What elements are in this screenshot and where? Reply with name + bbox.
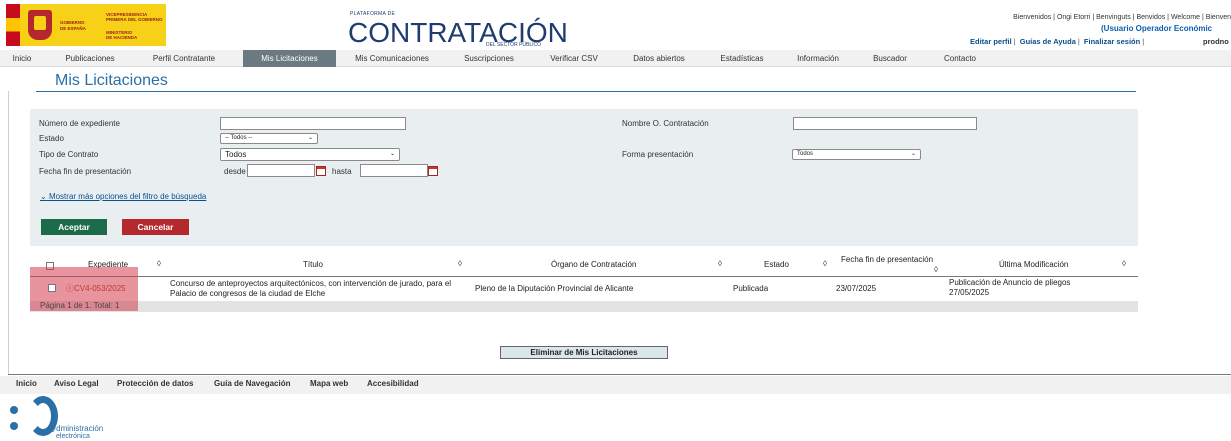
chevron-down-icon: ⌄ bbox=[40, 192, 47, 201]
row-titulo: Concurso de anteproyectos arquitectónico… bbox=[170, 279, 452, 298]
pagination-text: Página 1 de 1. Total: 1 bbox=[40, 301, 120, 310]
header-organo[interactable]: Órgano de Contratación bbox=[551, 260, 636, 269]
eliminar-button[interactable]: Eliminar de Mis Licitaciones bbox=[500, 346, 668, 359]
logo-dot-icon bbox=[10, 422, 18, 430]
tipo-contrato-label: Tipo de Contrato bbox=[39, 150, 99, 159]
desde-label: desde bbox=[224, 167, 246, 176]
sort-icon[interactable]: ◊ bbox=[823, 259, 827, 268]
nav-estadisticas[interactable]: Estadísticas bbox=[716, 50, 768, 67]
nav-buscador[interactable]: Buscador bbox=[870, 50, 910, 67]
expediente-input[interactable] bbox=[220, 117, 406, 130]
row-fecha-fin: 23/07/2025 bbox=[836, 284, 877, 293]
spain-flag-icon bbox=[6, 4, 20, 46]
help-guides-link[interactable]: Guías de Ayuda bbox=[1020, 37, 1076, 46]
footer-aviso-legal-link[interactable]: Aviso Legal bbox=[54, 379, 99, 388]
nav-mis-licitaciones[interactable]: Mis Licitaciones bbox=[243, 50, 336, 67]
footer-mapa-web-link[interactable]: Mapa web bbox=[310, 379, 348, 388]
sort-icon[interactable]: ◊ bbox=[157, 259, 161, 268]
edit-profile-link[interactable]: Editar perfil bbox=[970, 37, 1012, 46]
chevron-down-icon: ⌄ bbox=[307, 135, 313, 141]
gov-ministerio-text: MINISTERIO DE HACIENDA bbox=[106, 30, 138, 40]
expediente-label: Número de expediente bbox=[39, 119, 120, 128]
nav-datos-abiertos[interactable]: Datos abiertos bbox=[630, 50, 688, 67]
gov-left-text: GOBIERNO DE ESPAÑA bbox=[60, 19, 86, 31]
header-titulo[interactable]: Título bbox=[303, 260, 323, 269]
hasta-date-input[interactable] bbox=[360, 164, 428, 177]
calendar-icon[interactable] bbox=[316, 166, 326, 176]
administracion-electronica-logo[interactable]: @dministración electrónica bbox=[8, 396, 128, 441]
nav-inicio[interactable]: Inicio bbox=[9, 50, 35, 67]
footer-inicio-link[interactable]: Inicio bbox=[16, 379, 37, 388]
user-name: prodno bbox=[1203, 37, 1229, 46]
row-checkbox[interactable] bbox=[48, 284, 56, 292]
page-title: Mis Licitaciones bbox=[55, 72, 168, 89]
more-filter-options-link[interactable]: ⌄ Mostrar más opciones del filtro de bús… bbox=[40, 192, 206, 201]
row-organo: Pleno de la Diputación Provincial de Ali… bbox=[475, 284, 634, 293]
header-estado[interactable]: Estado bbox=[764, 260, 789, 269]
fecha-fin-label: Fecha fin de presentación bbox=[39, 167, 132, 176]
footer-proteccion-datos-link[interactable]: Protección de datos bbox=[117, 379, 193, 388]
header-fecha-fin[interactable]: Fecha fin de presentación bbox=[841, 255, 933, 264]
pagination-row bbox=[30, 301, 1138, 312]
platform-logo[interactable]: PLATAFORMA DE CONTRATACIÓN DEL SECTOR PÚ… bbox=[348, 9, 568, 49]
hasta-label: hasta bbox=[332, 167, 352, 176]
nav-verificar-csv[interactable]: Verificar CSV bbox=[548, 50, 600, 67]
tipo-contrato-select[interactable]: Todos ⌄ bbox=[220, 148, 400, 161]
footer-accesibilidad-link[interactable]: Accesibilidad bbox=[367, 379, 419, 388]
info-icon: ⓒ bbox=[66, 284, 74, 293]
row-expediente-link[interactable]: ⓒCV4-053/2025 bbox=[66, 284, 126, 294]
nav-contacto[interactable]: Contacto bbox=[940, 50, 980, 67]
user-links: Editar perfil | Guías de Ayuda | Finalizar… bbox=[970, 37, 1145, 46]
user-role: (Usuario Operador Económic bbox=[1101, 24, 1213, 33]
organo-input[interactable] bbox=[793, 117, 977, 130]
table-header-divider bbox=[30, 276, 1138, 277]
header-ultima-modificacion[interactable]: Última Modificación bbox=[999, 260, 1068, 269]
title-divider bbox=[36, 91, 1136, 92]
estado-label: Estado bbox=[39, 134, 64, 143]
header: GOBIERNO DE ESPAÑA VICEPRESIDENCIA PRIME… bbox=[0, 0, 1231, 50]
forma-presentacion-select[interactable]: Todos ⌄ bbox=[792, 149, 921, 160]
cancel-button[interactable]: Cancelar bbox=[122, 219, 189, 235]
sort-icon[interactable]: ◊ bbox=[1122, 259, 1126, 268]
organo-label: Nombre O. Contratación bbox=[622, 119, 709, 128]
calendar-icon[interactable] bbox=[428, 166, 438, 176]
gov-vicepresidencia-text: VICEPRESIDENCIA PRIMERA DEL GOBIERNO bbox=[106, 12, 163, 22]
sort-icon[interactable]: ◊ bbox=[934, 265, 938, 274]
government-logo[interactable]: GOBIERNO DE ESPAÑA VICEPRESIDENCIA PRIME… bbox=[6, 4, 166, 46]
nav-mis-comunicaciones[interactable]: Mis Comunicaciones bbox=[350, 50, 434, 67]
search-filter-panel: Número de expediente Estado -- Todos -- ⌄… bbox=[30, 109, 1138, 246]
chevron-down-icon: ⌄ bbox=[910, 151, 916, 157]
footer-divider bbox=[8, 374, 1231, 375]
logo-dot-icon bbox=[10, 406, 18, 414]
estado-select[interactable]: -- Todos -- ⌄ bbox=[220, 133, 318, 144]
chevron-down-icon: ⌄ bbox=[389, 151, 395, 157]
footer-guia-navegacion-link[interactable]: Guía de Navegación bbox=[214, 379, 290, 388]
nav-informacion[interactable]: Información bbox=[794, 50, 842, 67]
logout-link[interactable]: Finalizar sesión bbox=[1084, 37, 1140, 46]
sort-icon[interactable]: ◊ bbox=[458, 259, 462, 268]
coat-of-arms-icon bbox=[28, 10, 52, 40]
row-estado: Publicada bbox=[733, 284, 769, 293]
row-ultima-modificacion: Publicación de Anuncio de pliegos 27/05/… bbox=[949, 278, 1071, 297]
footer-nav: Inicio Aviso Legal Protección de datos G… bbox=[0, 376, 1231, 394]
accept-button[interactable]: Aceptar bbox=[41, 219, 107, 235]
welcome-text: Bienvenidos | Ongi Etorri | Benvinguts |… bbox=[1013, 14, 1231, 21]
nav-publicaciones[interactable]: Publicaciones bbox=[62, 50, 118, 67]
nav-suscripciones[interactable]: Suscripciones bbox=[460, 50, 518, 67]
nav-perfil-contratante[interactable]: Perfil Contratante bbox=[146, 50, 222, 67]
sort-icon[interactable]: ◊ bbox=[718, 259, 722, 268]
desde-date-input[interactable] bbox=[247, 164, 315, 177]
forma-presentacion-label: Forma presentación bbox=[622, 150, 694, 159]
main-nav: Inicio Publicaciones Perfil Contratante … bbox=[0, 50, 1231, 67]
content-left-border bbox=[8, 91, 9, 375]
